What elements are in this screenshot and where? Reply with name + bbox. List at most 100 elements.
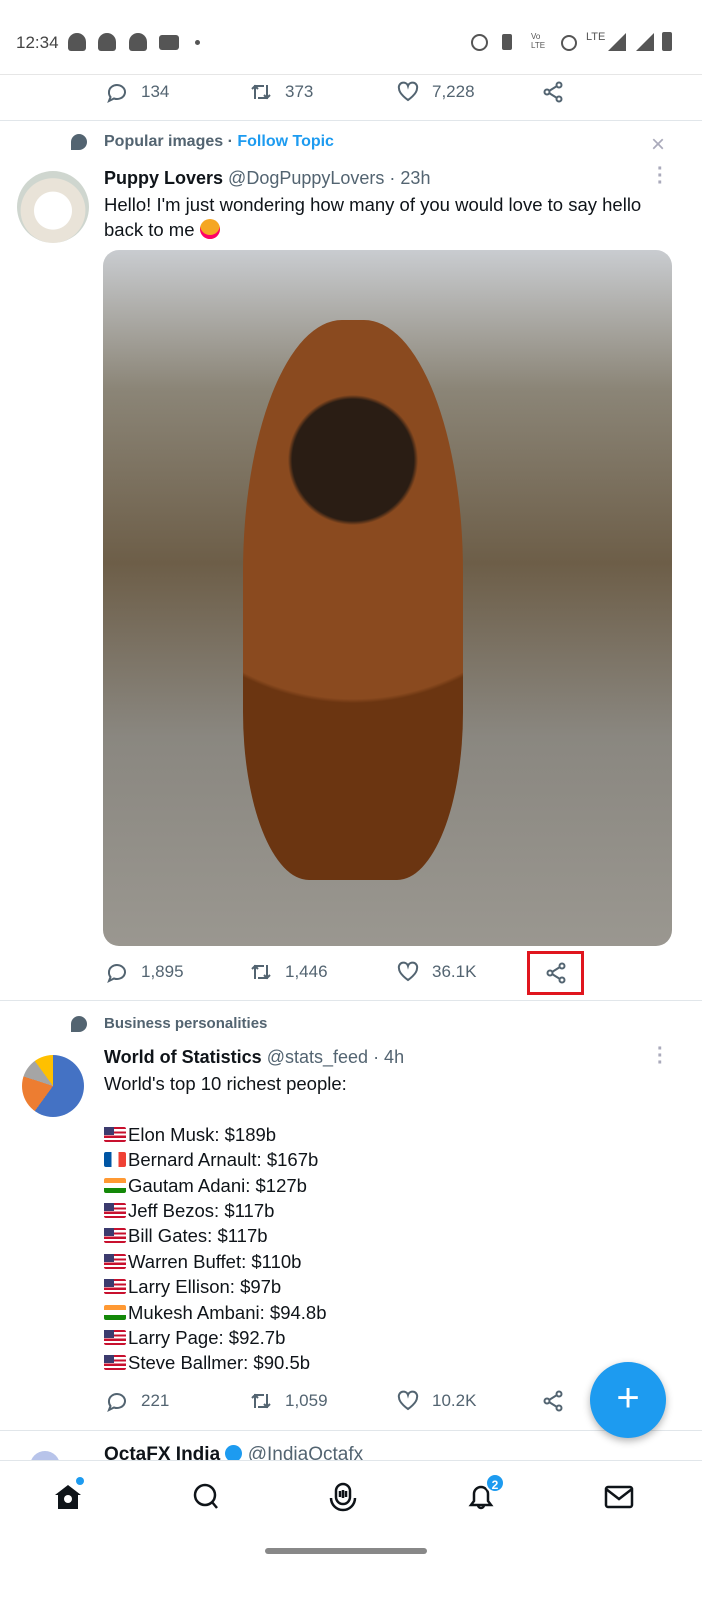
tweet-text: Hello! I'm just wondering how many of yo… <box>104 192 674 243</box>
richest-list-item: Warren Buffet: $110b <box>104 1249 674 1274</box>
author-handle[interactable]: @IndiaOctafx <box>248 1444 363 1460</box>
flag-in-icon <box>104 1177 126 1193</box>
author-name[interactable]: Puppy Lovers <box>104 168 223 188</box>
richest-list-item: Mukesh Ambani: $94.8b <box>104 1300 674 1325</box>
retweet-icon <box>251 964 271 980</box>
dot-icon <box>195 40 200 45</box>
tweet-header: World of Statistics @stats_feed · 4h <box>104 1047 404 1068</box>
list-item-text: Larry Ellison: $97b <box>128 1276 282 1298</box>
richest-list-item: Gautam Adani: $127b <box>104 1173 674 1198</box>
status-time: 12:34 <box>16 33 59 52</box>
flag-fr-icon <box>104 1152 126 1168</box>
like-button[interactable]: 36.1K <box>396 960 476 984</box>
battery-icon <box>662 32 672 51</box>
list-item-text: Steve Ballmer: $90.5b <box>128 1352 311 1374</box>
flag-in-icon <box>104 1304 126 1320</box>
divider <box>0 120 702 121</box>
avatar[interactable] <box>22 1055 84 1117</box>
retweet-icon <box>251 1393 271 1409</box>
list-item-text: Gautam Adani: $127b <box>128 1174 307 1196</box>
heart-icon <box>397 1390 419 1411</box>
share-button[interactable] <box>527 951 584 995</box>
mail-icon <box>604 1485 634 1509</box>
follow-topic-link[interactable]: Follow Topic <box>237 133 334 150</box>
flag-us-icon <box>104 1279 126 1295</box>
separator: · <box>223 133 238 150</box>
reply-button[interactable]: 134 <box>105 80 169 104</box>
home-indicator[interactable] <box>265 1548 427 1554</box>
topic-label: Popular images · Follow Topic <box>104 133 334 151</box>
dismiss-icon[interactable]: × <box>651 131 665 159</box>
list-item-text: Warren Buffet: $110b <box>128 1250 302 1272</box>
author-handle[interactable]: @DogPuppyLovers <box>228 168 384 188</box>
reply-icon <box>107 964 126 984</box>
tweet-header: OctaFX India @IndiaOctafx <box>104 1444 363 1460</box>
heart-icon <box>397 81 419 102</box>
share-button[interactable] <box>541 80 565 104</box>
avatar[interactable] <box>30 1451 60 1460</box>
retweet-count: 1,059 <box>285 1391 328 1410</box>
reply-count: 134 <box>141 82 170 101</box>
reply-button[interactable]: 221 <box>105 1389 169 1413</box>
dog <box>243 320 463 880</box>
retweet-button[interactable]: 1,059 <box>249 1389 328 1413</box>
smiling-hearts-emoji <box>199 219 220 240</box>
like-button[interactable]: 7,228 <box>396 80 475 104</box>
list-item-text: Larry Page: $92.7b <box>128 1327 286 1349</box>
share-icon <box>543 81 563 103</box>
signal-icon <box>608 33 626 51</box>
flag-us-icon <box>104 1126 126 1142</box>
more-options-icon[interactable]: · · · <box>657 1039 664 1073</box>
snapchat-icon <box>129 33 147 51</box>
retweet-button[interactable]: 373 <box>249 80 313 104</box>
spaces-icon <box>329 1482 357 1512</box>
more-options-icon[interactable]: · · · <box>657 159 664 193</box>
list-item-text: Elon Musk: $189b <box>128 1123 277 1145</box>
home-dot <box>76 1477 84 1485</box>
notifications-badge: 2 <box>485 1473 505 1493</box>
flag-us-icon <box>104 1330 126 1346</box>
vibrate-icon <box>502 34 512 50</box>
reply-button[interactable]: 1,895 <box>105 960 184 984</box>
signal-icon <box>636 33 654 51</box>
author-name[interactable]: OctaFX India <box>104 1444 220 1460</box>
retweet-button[interactable]: 1,446 <box>249 960 328 984</box>
list-item-text: Mukesh Ambani: $94.8b <box>128 1301 327 1323</box>
nav-spaces[interactable] <box>327 1481 359 1518</box>
verified-icon <box>225 1445 243 1460</box>
richest-list-item: Steve Ballmer: $90.5b <box>104 1350 674 1375</box>
snapchat-icon <box>68 33 86 51</box>
richest-list-item: Jeff Bezos: $117b <box>104 1198 674 1223</box>
reply-count: 1,895 <box>141 962 184 981</box>
share-button[interactable] <box>541 1389 565 1413</box>
reply-count: 221 <box>141 1391 170 1410</box>
nav-messages[interactable] <box>603 1481 635 1518</box>
search-icon <box>193 1483 218 1509</box>
like-button[interactable]: 10.2K <box>396 1389 476 1413</box>
compose-tweet-button[interactable]: + <box>590 1362 666 1438</box>
topic-icon <box>71 1016 87 1032</box>
nav-search[interactable] <box>190 1481 222 1518</box>
topic-icon <box>71 134 87 150</box>
author-handle[interactable]: @stats_feed <box>267 1047 368 1067</box>
like-count: 36.1K <box>432 962 477 981</box>
list-item-text: Jeff Bezos: $117b <box>128 1200 275 1222</box>
topic-name: Popular images <box>104 133 224 150</box>
hotspot-icon <box>561 35 577 51</box>
retweet-icon <box>251 84 271 100</box>
tweet-intro: World's top 10 richest people: <box>104 1073 347 1094</box>
like-count: 7,228 <box>432 82 475 101</box>
richest-list-item: Bill Gates: $117b <box>104 1223 674 1248</box>
snapchat-icon <box>98 33 116 51</box>
home-icon <box>55 1485 81 1509</box>
avatar[interactable] <box>17 171 89 243</box>
like-count: 10.2K <box>432 1391 477 1410</box>
nav-notifications[interactable]: 2 <box>465 1473 505 1518</box>
author-name[interactable]: World of Statistics <box>104 1047 262 1067</box>
richest-list-item: Bernard Arnault: $167b <box>104 1147 674 1172</box>
tweet-image[interactable] <box>103 250 672 946</box>
flag-us-icon <box>104 1355 126 1371</box>
nav-home[interactable] <box>52 1477 84 1518</box>
tweet-3-clip: OctaFX India @IndiaOctafx <box>0 1431 702 1460</box>
plus-icon: + <box>616 1376 640 1420</box>
